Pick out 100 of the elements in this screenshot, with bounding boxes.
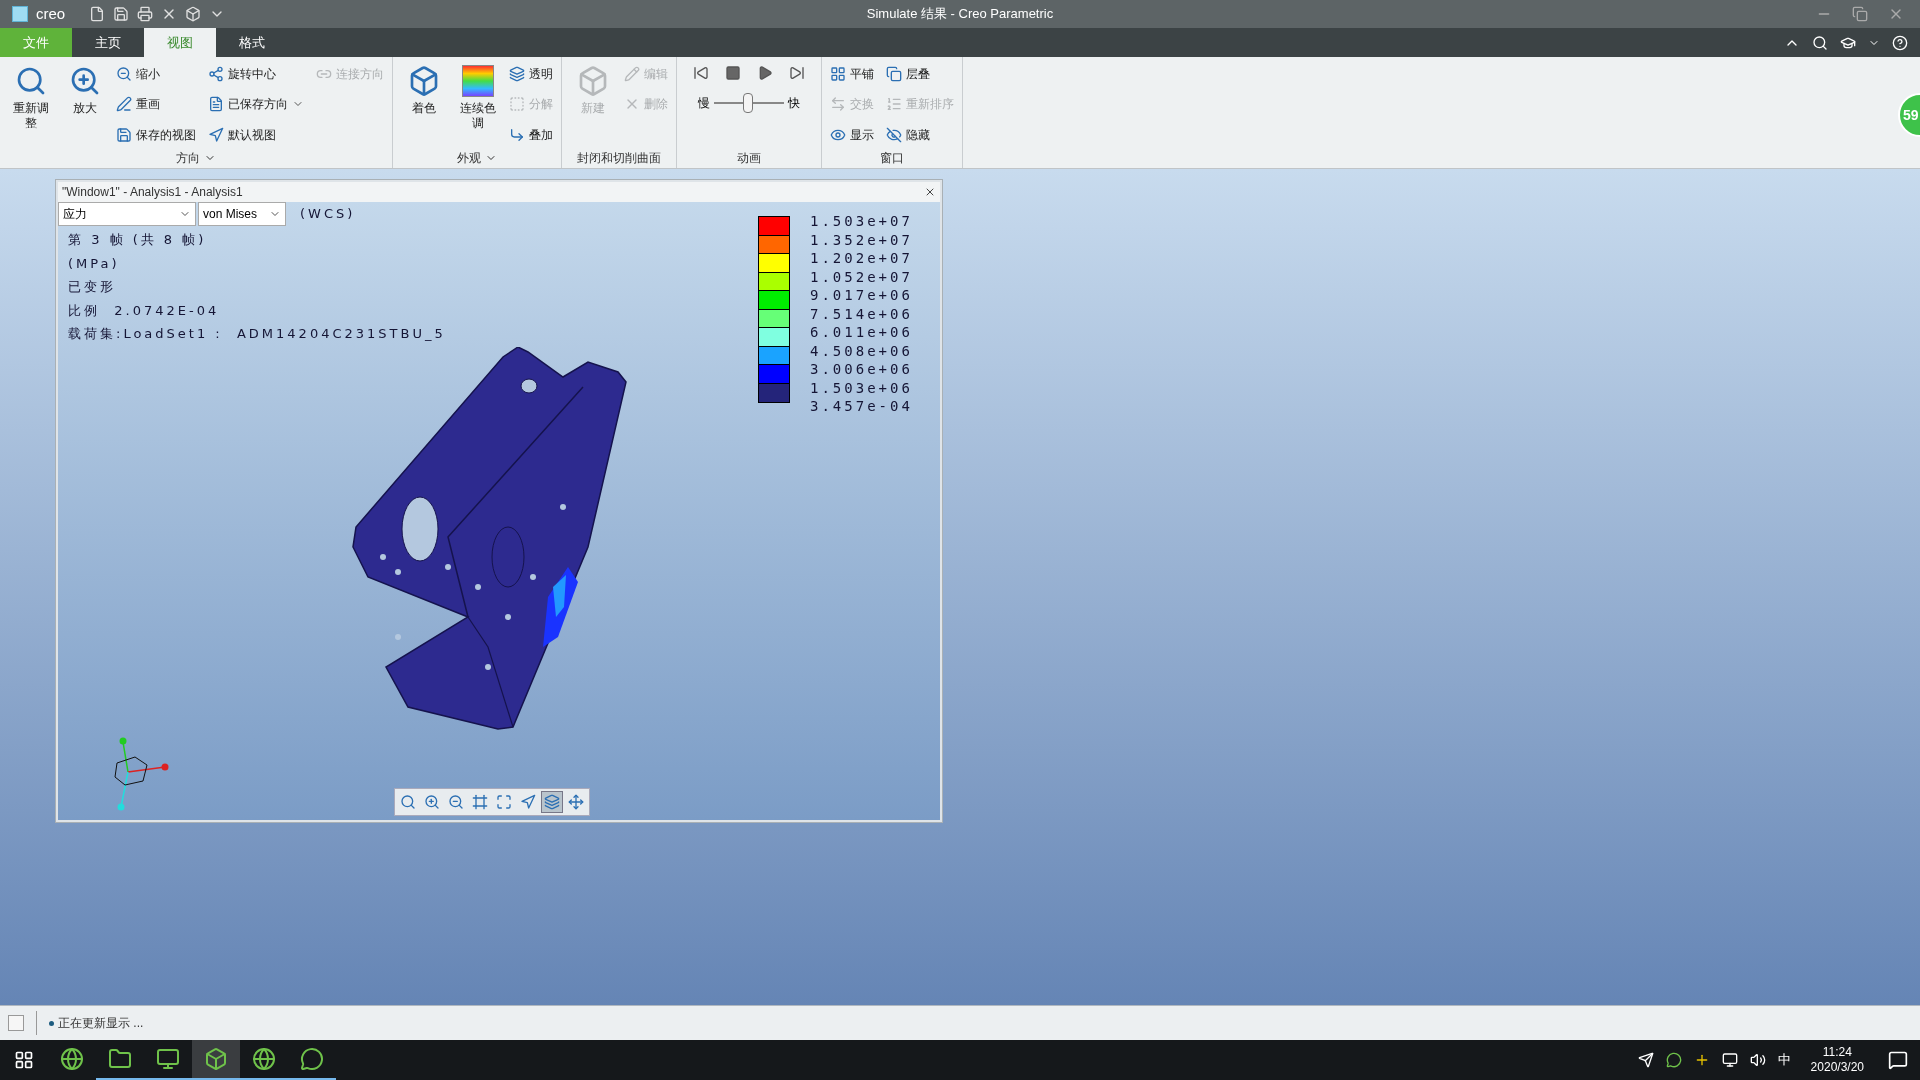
cube-icon[interactable] xyxy=(185,6,202,22)
ribbon-tab[interactable]: 主页 xyxy=(72,28,144,57)
ribbon-button[interactable]: 层叠 xyxy=(886,63,954,85)
ribbon-button[interactable]: 平铺 xyxy=(830,63,874,85)
ribbon-button[interactable]: 叠加 xyxy=(509,123,553,146)
view-tool-icon xyxy=(448,794,464,810)
notification-icon[interactable] xyxy=(1888,1050,1908,1070)
window-title: Simulate 结果 - Creo Parametric xyxy=(866,5,1054,24)
group-label[interactable]: 封闭和切削曲面 xyxy=(570,148,668,168)
first-frame-icon[interactable] xyxy=(693,65,709,81)
tool-icon xyxy=(886,96,902,113)
view-tool-icon xyxy=(400,794,416,810)
status-message: 正在更新显示 ... xyxy=(58,1015,144,1032)
ribbon-button[interactable]: 透明 xyxy=(509,63,553,85)
ribbon-tab[interactable]: 格式 xyxy=(216,28,288,57)
tool-icon xyxy=(577,65,609,97)
ribbon-button[interactable]: 缩小 xyxy=(116,63,196,85)
result-info-text: 载荷集:LoadSet1 : ADM14204C231STBU_5 xyxy=(68,325,446,343)
stop-icon[interactable] xyxy=(725,65,741,81)
rainbow-gradient-icon xyxy=(462,65,494,97)
tool-icon xyxy=(830,96,846,113)
ribbon-button[interactable]: 保存的视图 xyxy=(116,123,196,146)
ribbon-tab[interactable]: 视图 xyxy=(144,28,216,57)
tool-icon xyxy=(830,66,846,82)
tool-icon xyxy=(69,65,101,97)
close-icon[interactable] xyxy=(924,186,936,198)
ribbon-button[interactable]: 默认视图 xyxy=(208,123,304,146)
legend-value: 7.514e+06 xyxy=(810,304,913,323)
group-label[interactable]: 动画 xyxy=(685,148,813,168)
component-dropdown[interactable]: von Mises xyxy=(198,202,286,226)
ribbon-large-button[interactable]: 着色 xyxy=(401,61,447,148)
view-tool-icon xyxy=(496,794,512,810)
last-frame-icon[interactable] xyxy=(789,65,805,81)
restore-icon[interactable] xyxy=(1852,6,1868,22)
tool-icon xyxy=(509,126,525,143)
view-tool-icon xyxy=(520,794,536,810)
legend-value: 1.202e+07 xyxy=(810,249,913,268)
result-info-text: (MPa) xyxy=(68,254,120,273)
app-icon xyxy=(60,1047,84,1071)
tool-icon xyxy=(624,66,640,82)
view-tool-icon xyxy=(544,794,560,810)
printer-icon[interactable] xyxy=(137,6,154,22)
group-label[interactable]: 外观 xyxy=(401,148,553,168)
result-info-text: 比例 2.0742E-04 xyxy=(68,301,220,320)
ribbon-button[interactable]: 旋转中心 xyxy=(208,63,304,85)
view-tool-icon xyxy=(424,794,440,810)
app-icon xyxy=(204,1047,228,1071)
app-name: creo xyxy=(36,3,66,24)
result-info-text: 已变形 xyxy=(68,278,116,296)
ribbon-large-button[interactable]: 连续色调 xyxy=(455,61,501,148)
view-tool-icon xyxy=(568,794,584,810)
search-icon[interactable] xyxy=(1812,35,1828,51)
view-tool-button[interactable] xyxy=(541,791,563,813)
tool-icon xyxy=(886,66,902,82)
legend-value: 3.457e-04 xyxy=(810,397,913,416)
ribbon-large-button[interactable]: 重新调整 xyxy=(8,61,54,148)
app-icon xyxy=(300,1047,324,1071)
help-icon[interactable] xyxy=(1892,35,1908,51)
view-tool-icon xyxy=(472,794,488,810)
fast-label: 快 xyxy=(788,95,800,112)
network-icon[interactable] xyxy=(1721,1052,1738,1068)
tool-icon xyxy=(116,126,132,143)
volume-icon[interactable] xyxy=(1749,1052,1766,1068)
new-file-icon[interactable] xyxy=(89,6,106,22)
analysis-window-title: "Window1" - Analysis1 - Analysis1 xyxy=(62,184,243,201)
legend-value: 1.352e+07 xyxy=(810,230,913,249)
quantity-dropdown[interactable]: 应力 xyxy=(58,202,196,226)
app-icon xyxy=(156,1047,180,1071)
ribbon-button[interactable]: 重画 xyxy=(116,93,196,116)
slow-label: 慢 xyxy=(698,95,710,112)
group-label[interactable]: 方向 xyxy=(8,148,384,168)
save-icon[interactable] xyxy=(113,6,130,22)
ribbon-button[interactable]: 显示 xyxy=(830,123,874,146)
app-logo-icon xyxy=(12,6,28,22)
ribbon-large-button[interactable]: 放大 xyxy=(62,61,108,148)
speed-slider-thumb[interactable] xyxy=(742,93,753,113)
tool-icon xyxy=(886,126,902,143)
coordinate-system-label: (WCS) xyxy=(300,205,356,224)
ribbon-button[interactable]: 已保存方向 xyxy=(208,93,304,116)
legend-value: 1.503e+07 xyxy=(810,212,913,231)
play-icon[interactable] xyxy=(757,65,773,81)
clock-time: 11:24 xyxy=(1822,1045,1852,1060)
tool-icon xyxy=(509,96,525,113)
tool-icon xyxy=(116,66,132,82)
result-info-text: 第 3 帧 (共 8 帧) xyxy=(68,231,207,249)
windows-start-icon[interactable] xyxy=(14,1050,34,1070)
status-checkbox[interactable] xyxy=(8,1015,24,1031)
legend-value: 4.508e+06 xyxy=(810,341,913,360)
tool-icon xyxy=(15,65,47,97)
taskbar-app-button[interactable] xyxy=(192,1040,240,1080)
graduation-cap-icon[interactable] xyxy=(1840,35,1856,51)
tool-icon xyxy=(116,96,132,113)
legend-value: 6.011e+06 xyxy=(810,323,913,342)
input-method-indicator[interactable]: 中 xyxy=(1777,1050,1791,1070)
tool-icon xyxy=(509,66,525,82)
tray-icon[interactable] xyxy=(1637,1052,1654,1068)
ribbon-button[interactable]: 隐藏 xyxy=(886,123,954,146)
tool-icon xyxy=(208,66,224,82)
chat-icon[interactable] xyxy=(1665,1052,1682,1068)
group-label[interactable]: 窗口 xyxy=(830,148,954,168)
